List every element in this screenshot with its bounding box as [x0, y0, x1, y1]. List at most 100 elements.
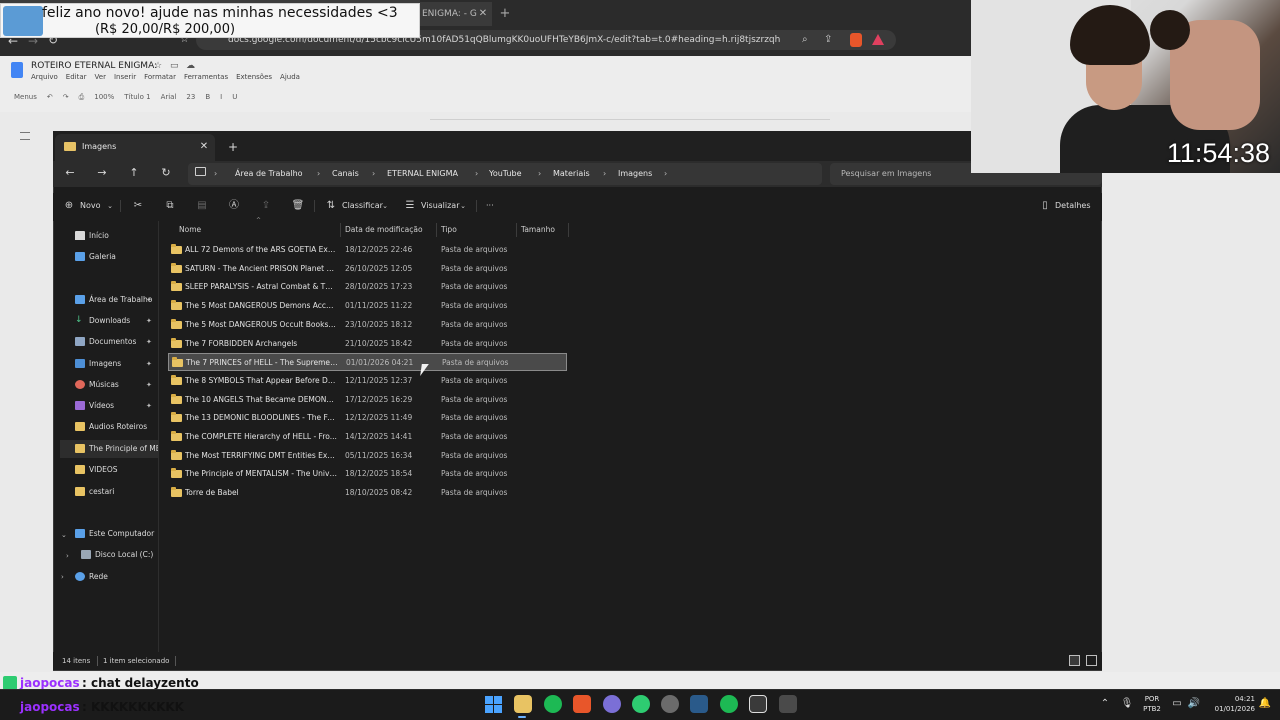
- sort-icon[interactable]: ⇅: [324, 199, 338, 213]
- tiles-view-icon[interactable]: [1086, 655, 1097, 666]
- sidebar-item-desktop[interactable]: Área de Trabalho ✦: [60, 291, 158, 309]
- style-select[interactable]: Título 1: [124, 89, 150, 105]
- chevron-right-icon[interactable]: ›: [214, 167, 222, 180]
- sidebar-item-network[interactable]: Rede: [60, 568, 158, 586]
- zoom-select[interactable]: 100%: [94, 89, 114, 105]
- share-icon[interactable]: ⇪: [259, 199, 273, 213]
- view-icon[interactable]: ☰: [403, 199, 417, 213]
- chevron-right-icon[interactable]: ›: [664, 167, 672, 180]
- spotify-icon[interactable]: [720, 695, 738, 713]
- chevron-down-icon[interactable]: ⌄: [456, 199, 470, 213]
- details-button[interactable]: Detalhes: [1055, 199, 1095, 213]
- share-icon[interactable]: ⇪: [824, 34, 836, 46]
- column-divider[interactable]: [340, 223, 341, 237]
- network-icon[interactable]: ▭: [1170, 697, 1184, 711]
- details-view-icon[interactable]: [1069, 655, 1080, 666]
- menu-editar[interactable]: Editar: [66, 72, 87, 82]
- whatsapp-icon[interactable]: [632, 695, 650, 713]
- file-row[interactable]: The 7 FORBIDDEN Archangels 21/10/2025 18…: [168, 335, 567, 353]
- details-pane-icon[interactable]: ▯: [1038, 199, 1052, 213]
- sidebar-item-audios-roteiros[interactable]: Audios Roteiros: [60, 418, 158, 436]
- chevron-down-icon[interactable]: ⌄: [378, 199, 392, 213]
- bold-button[interactable]: B: [205, 89, 210, 105]
- menu-arquivo[interactable]: Arquivo: [31, 72, 58, 82]
- rename-icon[interactable]: Ⓐ: [227, 199, 241, 213]
- file-row[interactable]: SATURN - The Ancient PRISON Planet W... …: [168, 260, 567, 278]
- copy-icon[interactable]: ⧉: [163, 199, 177, 213]
- pin-icon[interactable]: ✦: [146, 380, 154, 390]
- pin-icon[interactable]: ✦: [146, 337, 154, 347]
- underline-button[interactable]: U: [232, 89, 237, 105]
- column-divider[interactable]: [516, 223, 517, 237]
- monitor-icon[interactable]: [195, 167, 206, 176]
- file-row[interactable]: The Principle of MENTALISM - The Unive..…: [168, 465, 567, 483]
- file-row[interactable]: The 8 SYMBOLS That Appear Before Deat...…: [168, 372, 567, 390]
- keyboard-layout[interactable]: PTB2: [1141, 704, 1163, 714]
- volume-icon[interactable]: 🔊: [1187, 697, 1201, 711]
- steam-icon[interactable]: [690, 695, 708, 713]
- extension-triangle-icon[interactable]: [872, 34, 884, 45]
- sidebar-item-local-disk[interactable]: Disco Local (C:): [66, 546, 158, 564]
- brave-shield-icon[interactable]: [850, 33, 862, 47]
- delete-icon[interactable]: 🗑: [291, 199, 305, 213]
- docs-ruler[interactable]: [430, 112, 830, 120]
- calculator-icon[interactable]: [779, 695, 797, 713]
- browser-new-tab-button[interactable]: +: [498, 6, 512, 22]
- menu-inserir[interactable]: Inserir: [114, 72, 136, 82]
- redo-icon[interactable]: ↷: [63, 89, 69, 105]
- chevron-right-icon[interactable]: ›: [317, 167, 325, 180]
- cut-icon[interactable]: ✂: [131, 199, 145, 213]
- refresh-icon[interactable]: ↻: [158, 165, 174, 181]
- up-arrow-icon[interactable]: ↑: [126, 165, 142, 181]
- sidebar-item-downloads[interactable]: ↓ Downloads ✦: [60, 312, 158, 330]
- chevron-right-icon[interactable]: ›: [603, 167, 611, 180]
- pin-icon[interactable]: ✦: [146, 359, 154, 369]
- italic-button[interactable]: I: [220, 89, 222, 105]
- notification-bell-icon[interactable]: 🔔: [1258, 697, 1272, 711]
- chevron-up-icon[interactable]: ⌃: [1098, 697, 1112, 711]
- column-header-name[interactable]: Nome: [179, 223, 239, 237]
- breadcrumb-canais[interactable]: Canais: [332, 167, 368, 180]
- outline-icon[interactable]: [20, 132, 30, 140]
- capcut-icon[interactable]: [749, 695, 767, 713]
- file-row[interactable]: The 13 DEMONIC BLOODLINES - The Fa... 12…: [168, 409, 567, 427]
- plus-circle-icon[interactable]: ⊕: [62, 199, 76, 213]
- more-options-button[interactable]: ···: [486, 199, 506, 213]
- file-row[interactable]: ALL 72 Demons of the ARS GOETIA Explaine…: [168, 241, 567, 259]
- column-header-size[interactable]: Tamanho: [521, 223, 566, 237]
- paste-icon[interactable]: ▤: [195, 199, 209, 213]
- sidebar-item-home[interactable]: Início: [60, 227, 158, 245]
- docs-logo-icon[interactable]: [11, 62, 23, 78]
- breadcrumb-desktop[interactable]: Área de Trabalho: [235, 167, 313, 180]
- column-divider[interactable]: [568, 223, 569, 237]
- explorer-new-tab-button[interactable]: +: [226, 139, 240, 155]
- sidebar-item-images[interactable]: Imagens ✦: [60, 355, 158, 373]
- sidebar-divider[interactable]: [158, 221, 159, 653]
- search-icon[interactable]: ⌕: [802, 34, 814, 46]
- pin-icon[interactable]: ✦: [146, 401, 154, 411]
- file-row[interactable]: SLEEP PARALYSIS - Astral Combat & The ..…: [168, 278, 567, 296]
- sidebar-item-videos[interactable]: Vídeos ✦: [60, 397, 158, 415]
- column-header-type[interactable]: Tipo: [441, 223, 511, 237]
- microphone-icon[interactable]: 🎙: [1120, 697, 1134, 711]
- obs-icon[interactable]: [661, 695, 679, 713]
- column-divider[interactable]: [436, 223, 437, 237]
- sidebar-item-cestari[interactable]: cestari: [60, 483, 158, 501]
- file-row[interactable]: Torre de Babel 18/10/2025 08:42 Pasta de…: [168, 484, 567, 502]
- explorer-tab-close-icon[interactable]: ✕: [197, 140, 211, 154]
- taskbar-clock-date[interactable]: 01/01/2026: [1205, 704, 1255, 714]
- windows-start-icon[interactable]: [485, 696, 502, 713]
- browser-tab-close-icon[interactable]: ✕: [476, 7, 490, 21]
- breadcrumb-materiais[interactable]: Materiais: [553, 167, 601, 180]
- menu-extensoes[interactable]: Extensões: [236, 72, 272, 82]
- undo-icon[interactable]: ↶: [47, 89, 53, 105]
- menu-ajuda[interactable]: Ajuda: [280, 72, 300, 82]
- sidebar-item-principle[interactable]: The Principle of ME: [60, 440, 158, 458]
- chevron-right-icon[interactable]: ›: [372, 167, 380, 180]
- menu-ver[interactable]: Ver: [95, 72, 106, 82]
- taskbar-clock-time[interactable]: 04:21: [1205, 694, 1255, 704]
- print-icon[interactable]: ⎙: [79, 89, 85, 105]
- font-size-input[interactable]: 23: [186, 89, 195, 105]
- chevron-right-icon[interactable]: ›: [538, 167, 546, 180]
- file-row-selected[interactable]: The 7 PRINCES of HELL - The Supreme C...…: [168, 353, 567, 372]
